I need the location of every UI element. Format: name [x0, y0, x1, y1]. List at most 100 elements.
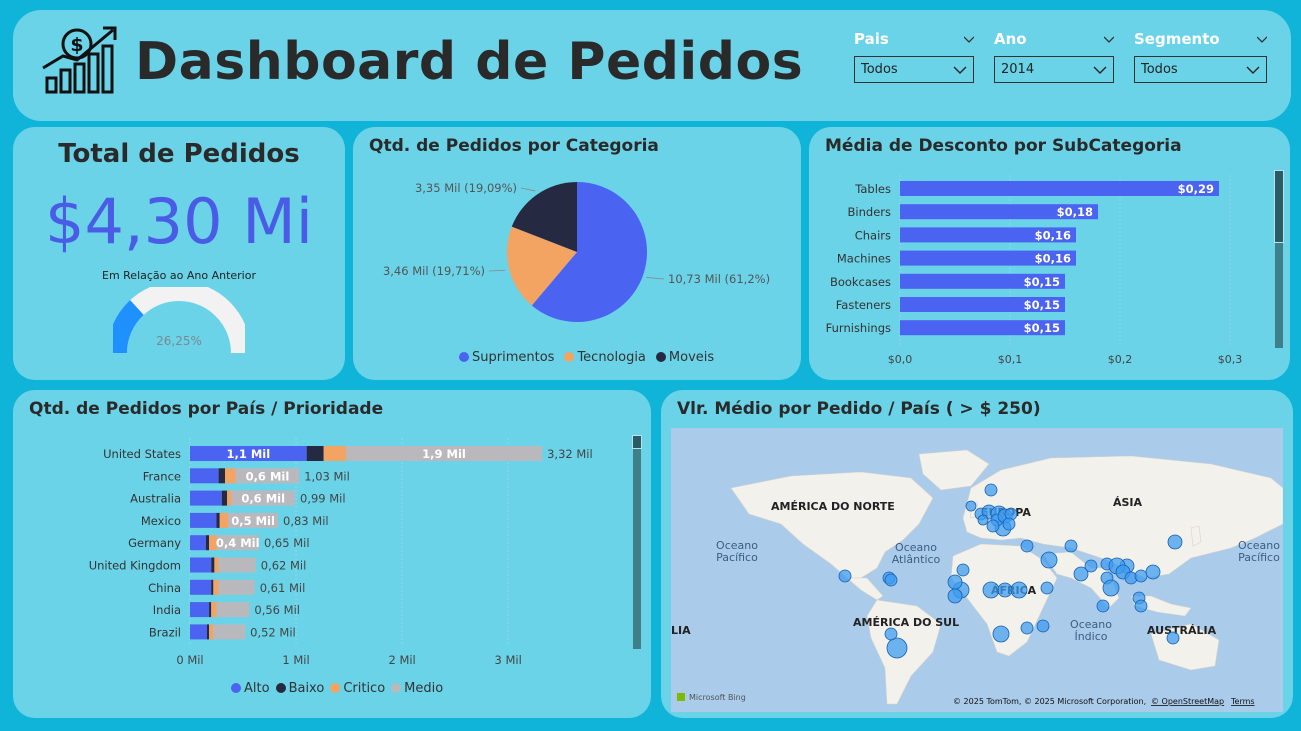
segment-critico[interactable] [219, 512, 229, 528]
segment-baixo[interactable] [221, 490, 228, 506]
segment-baixo[interactable] [211, 579, 214, 595]
segment-critico[interactable] [323, 446, 346, 461]
segment-critico[interactable] [213, 579, 219, 595]
map-bubble[interactable] [1167, 534, 1183, 550]
segment-medio[interactable] [218, 579, 255, 595]
segment-critico[interactable] [225, 468, 236, 484]
segment-baixo[interactable] [216, 512, 220, 528]
pie-data-label: 3,35 Mil (19,09%) [415, 181, 517, 195]
slicer-pais: Pais Todos [854, 28, 974, 83]
segment-alto[interactable] [190, 512, 217, 528]
ocean-pacifico-2b: Pacífico [1238, 551, 1280, 564]
map-bubble[interactable] [1040, 581, 1054, 595]
segment-critico[interactable] [209, 624, 214, 640]
map-bubble[interactable] [982, 581, 1000, 599]
map-bubble[interactable] [1134, 599, 1148, 613]
map-bubble[interactable] [1020, 621, 1034, 635]
map-bubble[interactable] [992, 625, 1010, 643]
discount-scroll-thumb[interactable] [1274, 170, 1284, 243]
map-bubble[interactable] [1020, 539, 1034, 553]
page-title: Dashboard de Pedidos [135, 32, 804, 92]
map-bubble[interactable] [1036, 619, 1050, 633]
map-bubble[interactable] [965, 500, 977, 512]
segment-alto[interactable] [190, 468, 219, 484]
slicer-segmento-dropdown[interactable]: Todos [1134, 56, 1267, 83]
bar-tables[interactable] [900, 181, 1219, 196]
map-bubble[interactable] [1002, 517, 1016, 531]
segment-baixo[interactable] [306, 446, 324, 461]
map-bubble[interactable] [984, 483, 998, 497]
map-bubble[interactable] [986, 519, 1000, 533]
map-bubble[interactable] [884, 627, 898, 641]
segment-medio[interactable] [213, 624, 246, 640]
chevron-down-icon [1246, 66, 1260, 74]
map-bubble[interactable] [956, 563, 970, 577]
segment-medio[interactable] [218, 557, 256, 573]
slicer-ano-dropdown[interactable]: 2014 [994, 56, 1114, 83]
legend-item-suprimentos[interactable]: Suprimentos [459, 350, 554, 365]
segment-data-label: 0,5 Mil [231, 514, 275, 528]
world-map[interactable]: AMÉRICA DO NORTE EUROPA ÁSIA ÁFRICA AMÉR… [671, 428, 1283, 712]
slicer-pais-dropdown[interactable]: Todos [854, 56, 974, 83]
segment-baixo[interactable] [211, 557, 215, 573]
chevron-down-icon[interactable] [964, 34, 974, 44]
legend-item-alto[interactable]: Alto [231, 681, 270, 696]
total-label: 0,56 Mil [254, 603, 300, 617]
chevron-down-icon[interactable] [1104, 34, 1114, 44]
bar-data-label: $0,16 [1035, 252, 1071, 266]
terms-link[interactable]: Terms [1230, 697, 1255, 706]
segment-alto[interactable] [190, 579, 212, 595]
segment-critico[interactable] [211, 602, 217, 618]
country-stacked-bar-chart: 0 Mil 1 Mil 2 Mil 3 Mil United States 1,1 Mil… [89, 438, 593, 667]
map-bubble[interactable] [977, 514, 989, 526]
slicer-ano-value: 2014 [1001, 62, 1035, 77]
map-bubble[interactable] [1102, 579, 1120, 597]
pie-data-label: 10,73 Mil (61,2%) [668, 272, 770, 286]
map-bubble[interactable] [1096, 599, 1110, 613]
map-bubble[interactable] [1040, 551, 1058, 569]
segment-alto[interactable] [190, 535, 206, 551]
osm-link[interactable]: © OpenStreetMap [1151, 697, 1224, 706]
map-bubble[interactable] [886, 637, 908, 659]
map-bubble[interactable] [1010, 581, 1028, 599]
legend-item-baixo[interactable]: Baixo [275, 681, 324, 696]
gauge-chart: 26,25% [113, 287, 245, 354]
map-bubble[interactable] [1166, 631, 1180, 645]
discount-scrollbar[interactable] [1274, 170, 1284, 348]
chevron-down-icon[interactable] [1257, 34, 1267, 44]
segment-alto[interactable] [190, 602, 210, 618]
legend-item-moveis[interactable]: Moveis [655, 350, 714, 365]
segment-critico[interactable] [214, 557, 219, 573]
country-scroll-thumb[interactable] [632, 435, 642, 449]
segment-baixo[interactable] [218, 468, 225, 484]
map-bubble[interactable] [947, 588, 963, 604]
segment-baixo[interactable] [209, 602, 212, 618]
legend-item-medio[interactable]: Medio [391, 681, 443, 696]
map-bubble[interactable] [1064, 539, 1078, 553]
discount-bar-chart: $0,0 $0,1 $0,2 $0,3 Tables $0,29 Binders $0,18 C… [826, 175, 1242, 366]
pie-legend: Suprimentos Tecnologia Moveis [459, 350, 714, 365]
map-panel: Vlr. Médio por Pedido / País ( > $ 250) [661, 390, 1293, 718]
map-canvas[interactable]: AMÉRICA DO NORTE EUROPA ÁSIA ÁFRICA AMÉR… [671, 428, 1283, 712]
map-bubble[interactable] [884, 573, 898, 587]
country-label: United Kingdom [89, 559, 181, 573]
legend-item-critico[interactable]: Critico [330, 681, 385, 696]
segment-baixo[interactable] [205, 535, 210, 551]
map-bubble[interactable] [997, 582, 1013, 598]
map-bubble[interactable] [1145, 564, 1161, 580]
land-japan [1190, 525, 1202, 547]
legend-item-tecnologia[interactable]: Tecnologia [564, 350, 646, 365]
segment-baixo[interactable] [206, 624, 210, 640]
growth-chart-icon: $ [42, 26, 117, 94]
segment-alto[interactable] [190, 624, 207, 640]
map-bubble[interactable] [1134, 569, 1148, 583]
country-label: Germany [128, 536, 181, 550]
segment-medio[interactable] [216, 602, 250, 618]
map-bubble[interactable] [838, 569, 852, 583]
segment-alto[interactable] [190, 557, 212, 573]
country-scrollbar[interactable] [632, 435, 642, 649]
map-bubble[interactable] [947, 574, 963, 590]
segment-critico[interactable] [227, 490, 232, 506]
segment-alto[interactable] [190, 490, 222, 506]
map-bubble[interactable] [1084, 559, 1098, 573]
